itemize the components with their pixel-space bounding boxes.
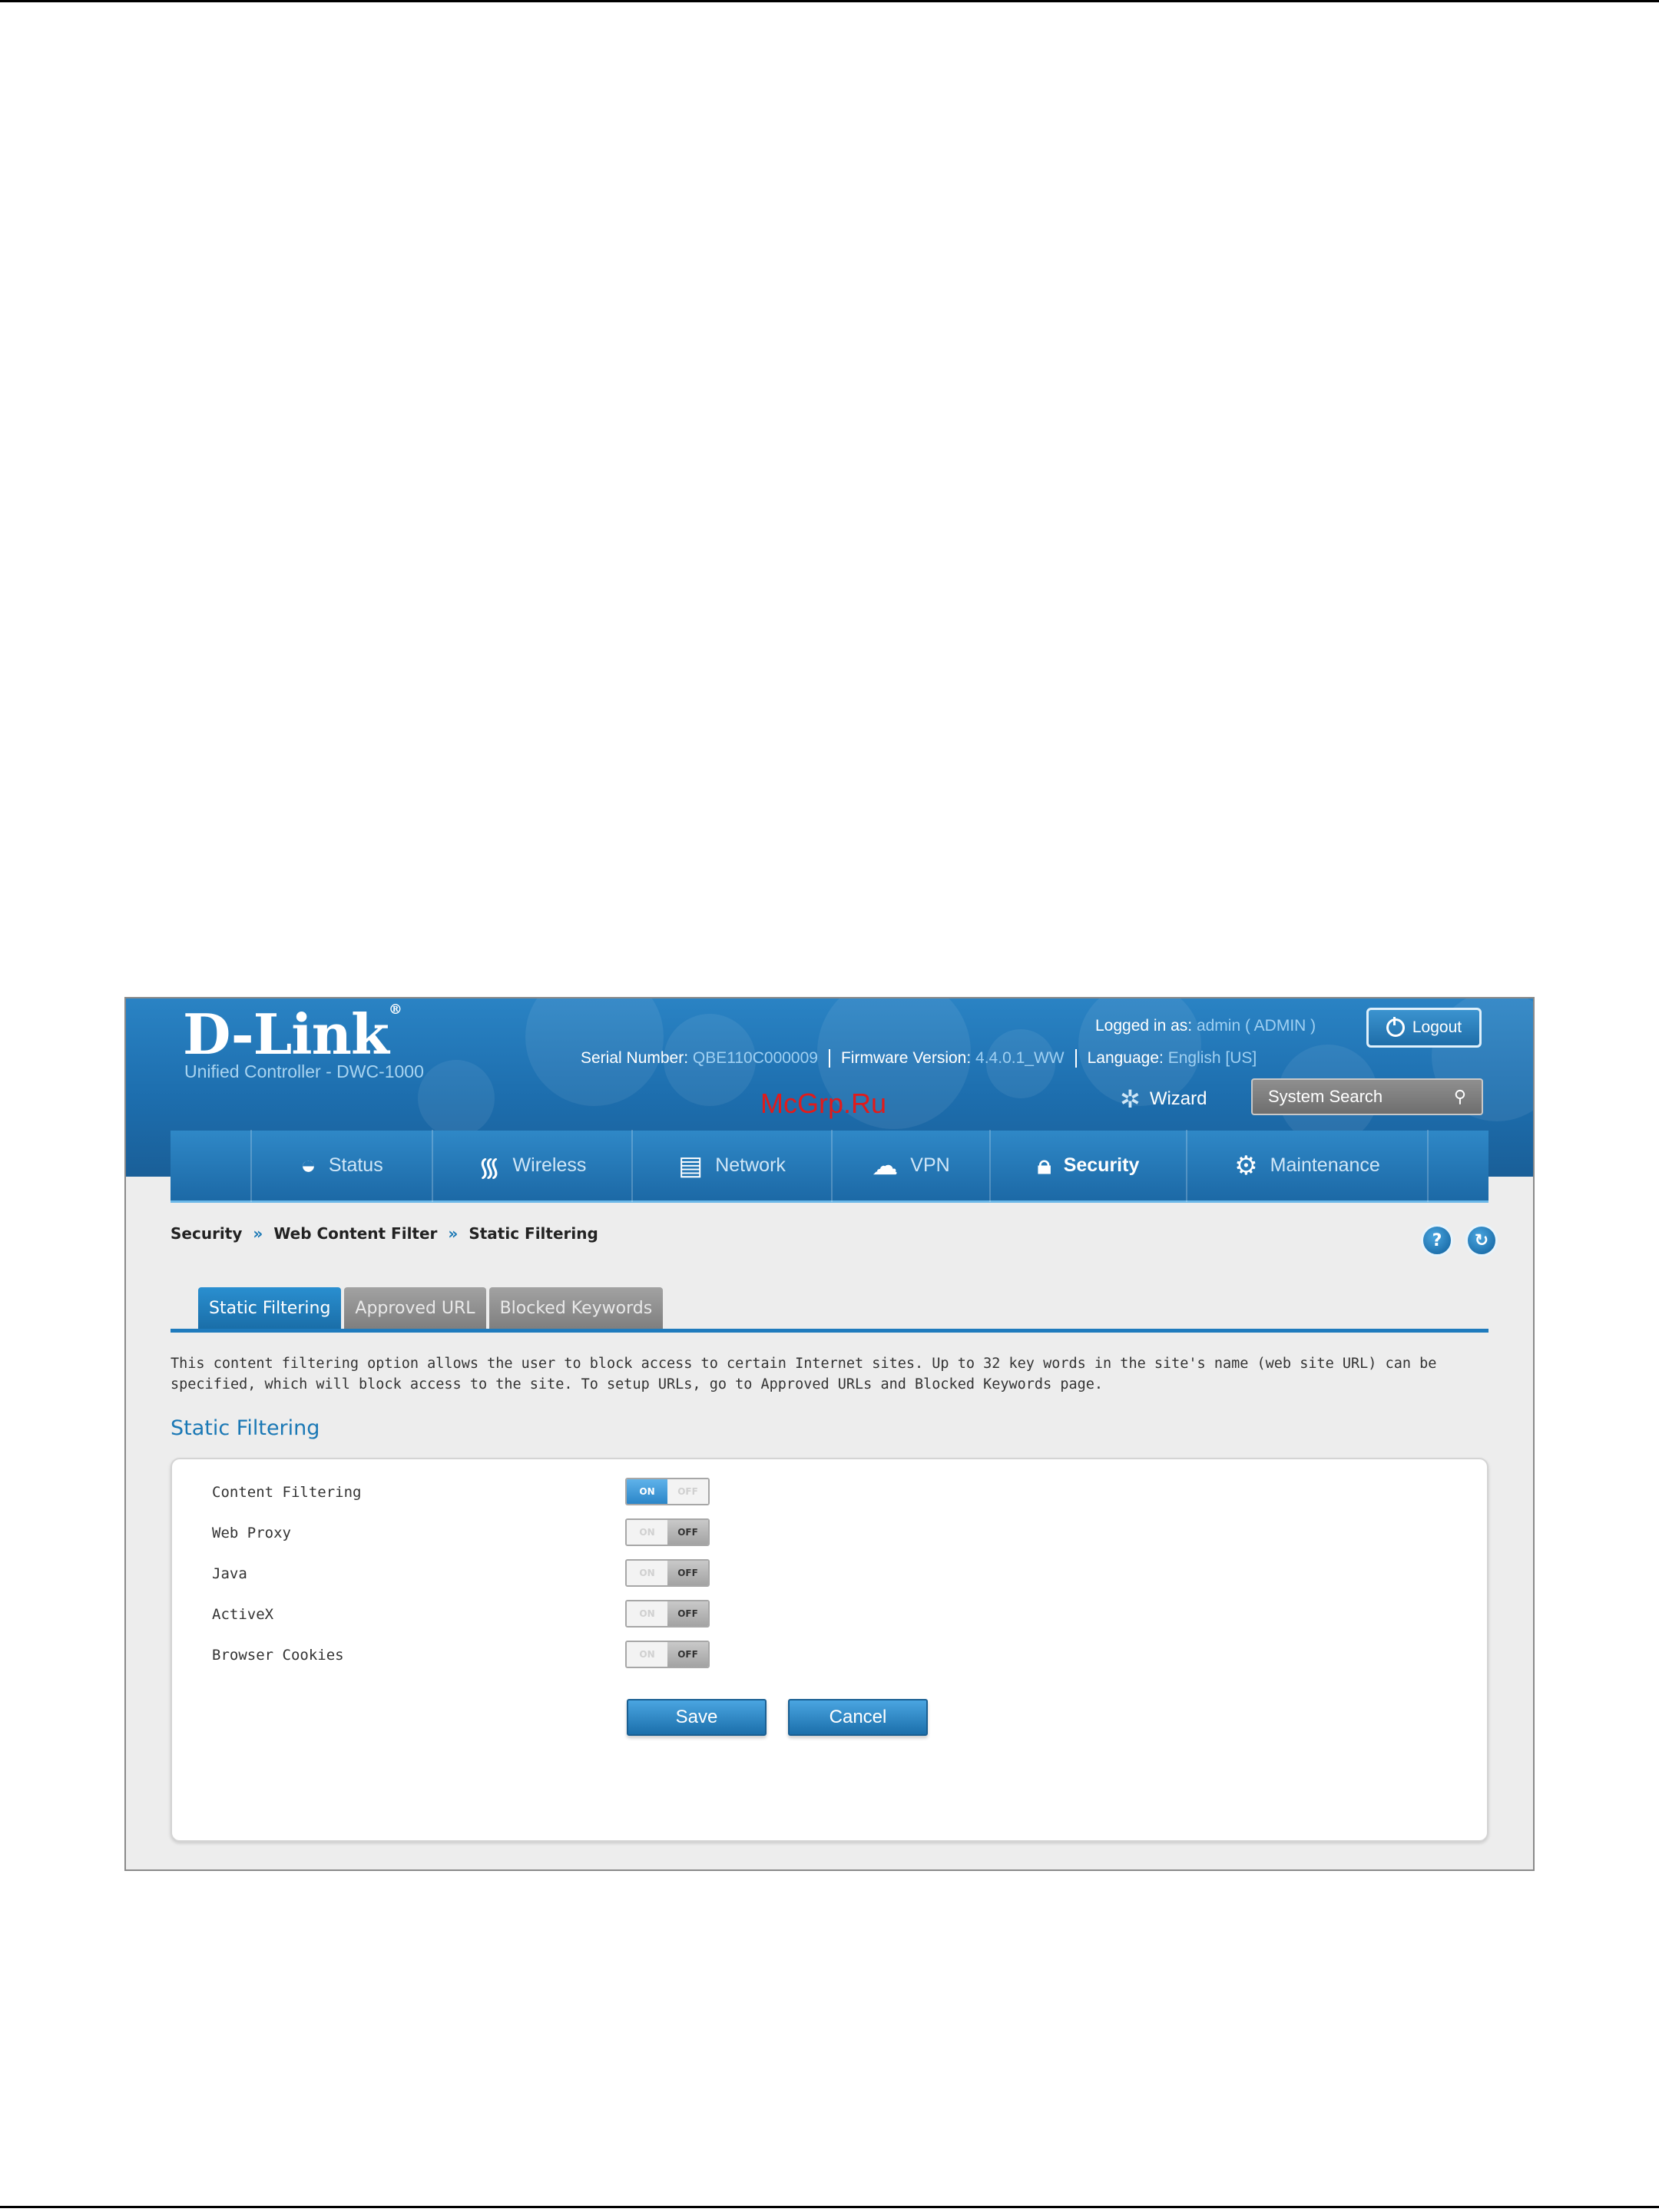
toggle-on-half: ON [627, 1561, 667, 1585]
web-proxy-label: Web Proxy [212, 1525, 291, 1541]
activex-toggle[interactable]: ON OFF [625, 1600, 710, 1628]
browser-cookies-label: Browser Cookies [212, 1647, 344, 1664]
cancel-button[interactable]: Cancel [788, 1699, 928, 1736]
breadcrumb: Security » Web Content Filter » Static Filte… [171, 1224, 598, 1243]
toggle-on-half: ON [627, 1479, 667, 1504]
dlink-logo: D-Link® [183, 1002, 402, 1067]
serial-value: QBE110C000009 [692, 1049, 818, 1067]
page-top-rule [0, 0, 1659, 2]
wand-icon: ✲ [1120, 1085, 1141, 1113]
java-toggle[interactable]: ON OFF [625, 1559, 710, 1587]
logged-in-user: admin ( ADMIN ) [1196, 1017, 1316, 1035]
nav-label: Wireless [512, 1154, 587, 1176]
breadcrumb-item[interactable]: Security [171, 1224, 242, 1243]
language-label: Language: [1087, 1049, 1164, 1067]
toggle-on-half: ON [627, 1601, 667, 1626]
serial-label: Serial Number: [581, 1049, 689, 1067]
toggle-off-half: OFF [667, 1520, 708, 1545]
toggle-off-half: OFF [667, 1479, 708, 1504]
wizard-label: Wizard [1149, 1088, 1207, 1109]
description-line: specified, which will block access to th… [171, 1376, 1104, 1392]
logged-in-info: Logged in as: admin ( ADMIN ) [1095, 1017, 1316, 1035]
logout-button[interactable]: Logout [1366, 1008, 1482, 1048]
main-nav: ◒ Status ᯾ Wireless ▤ Network ☁ VPN 🔒︎ S… [171, 1129, 1488, 1203]
nav-wireless[interactable]: ᯾ Wireless [432, 1129, 631, 1202]
save-button[interactable]: Save [627, 1699, 767, 1736]
nav-network[interactable]: ▤ Network [631, 1129, 831, 1202]
toggle-off-half: OFF [667, 1561, 708, 1585]
nav-status[interactable]: ◒ Status [250, 1129, 432, 1202]
description-line: This content filtering option allows the… [171, 1356, 1437, 1372]
refresh-icon[interactable]: ↻ [1465, 1224, 1498, 1257]
nav-label: VPN [910, 1154, 950, 1176]
language-select[interactable]: English [US] [1168, 1049, 1257, 1067]
product-subtitle: Unified Controller - DWC-1000 [184, 1061, 424, 1081]
nav-security[interactable]: 🔒︎ Security [989, 1129, 1186, 1202]
server-icon: ▤ [678, 1151, 704, 1181]
nav-label: Status [328, 1154, 383, 1176]
wizard-link[interactable]: ✲ Wizard [1120, 1084, 1207, 1114]
nav-label: Maintenance [1270, 1154, 1380, 1176]
nav-maintenance[interactable]: ⚙ Maintenance [1186, 1129, 1427, 1202]
page-bottom-rule [0, 2206, 1659, 2208]
tab-blocked-keywords[interactable]: Blocked Keywords [488, 1287, 664, 1329]
toggle-off-half: OFF [667, 1642, 708, 1667]
tab-static-filtering[interactable]: Static Filtering [198, 1287, 342, 1329]
power-icon [1386, 1017, 1405, 1037]
browser-cookies-toggle[interactable]: ON OFF [625, 1641, 710, 1668]
logged-in-label: Logged in as: [1095, 1017, 1193, 1035]
tab-approved-url[interactable]: Approved URL [344, 1287, 486, 1329]
cloud-icon: ☁ [872, 1151, 899, 1181]
help-icon[interactable]: ? [1421, 1224, 1453, 1257]
gauge-icon: ◒ [300, 1151, 316, 1180]
nav-label: Security [1063, 1154, 1140, 1176]
toggle-on-half: ON [627, 1642, 667, 1667]
toggle-on-half: ON [627, 1520, 667, 1545]
tab-bar: Static Filtering Approved URL Blocked Ke… [198, 1287, 664, 1329]
search-icon[interactable]: ⚲ [1454, 1087, 1466, 1107]
logout-label: Logout [1412, 1018, 1462, 1036]
java-label: Java [212, 1565, 247, 1582]
system-search-input[interactable]: System Search ⚲ [1251, 1078, 1483, 1115]
breadcrumb-item[interactable]: Web Content Filter [273, 1224, 437, 1243]
tab-underline [171, 1329, 1488, 1333]
wifi-icon: ᯾ [478, 1152, 501, 1182]
firmware-label: Firmware Version: [840, 1049, 972, 1067]
section-title: Static Filtering [171, 1416, 320, 1440]
device-info: Serial Number: QBE110C000009 Firmware Ver… [581, 1049, 1257, 1068]
firmware-value: 4.4.0.1_WW [975, 1049, 1065, 1067]
breadcrumb-item: Static Filtering [469, 1224, 598, 1243]
activex-label: ActiveX [212, 1606, 274, 1623]
app-screenshot: D-Link® Unified Controller - DWC-1000 Lo… [124, 997, 1535, 1871]
watermark-text: McGrp.Ru [760, 1088, 887, 1119]
content-filtering-toggle[interactable]: ON OFF [625, 1478, 710, 1505]
search-placeholder: System Search [1268, 1087, 1383, 1106]
breadcrumb-separator: » [448, 1224, 459, 1243]
nav-label: Network [715, 1154, 786, 1176]
breadcrumb-separator: » [253, 1224, 263, 1243]
lock-icon: 🔒︎ [1037, 1151, 1051, 1180]
settings-panel: Content Filtering ON OFF Web Proxy ON OF… [171, 1458, 1488, 1842]
web-proxy-toggle[interactable]: ON OFF [625, 1518, 710, 1546]
content-filtering-label: Content Filtering [212, 1484, 362, 1501]
toggle-off-half: OFF [667, 1601, 708, 1626]
nav-vpn[interactable]: ☁ VPN [831, 1129, 989, 1202]
gears-icon: ⚙ [1234, 1151, 1258, 1181]
page-description: This content filtering option allows the… [171, 1353, 1488, 1395]
